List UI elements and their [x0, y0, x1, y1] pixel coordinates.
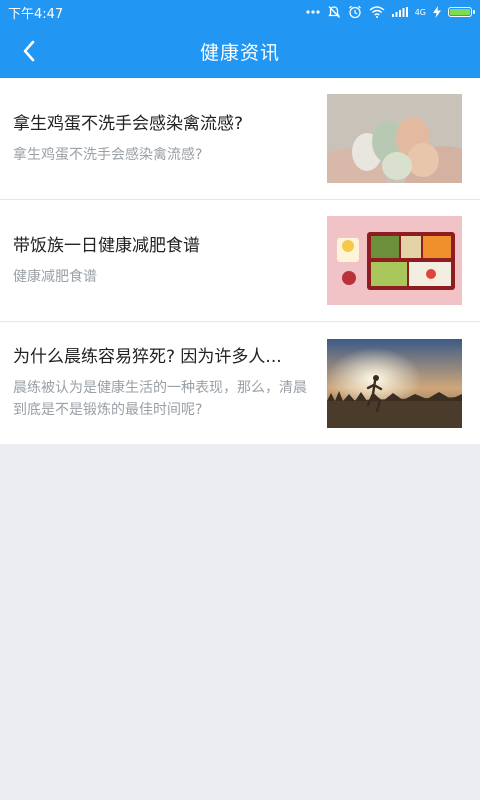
article-description: 拿生鸡蛋不洗手会感染禽流感?: [13, 146, 203, 163]
wifi-icon: [369, 6, 385, 18]
signal-icon: [391, 7, 408, 17]
status-icons: 4G: [306, 5, 475, 19]
article-item-diet[interactable]: 带饭族一日健康减肥食谱 健康减肥食谱: [0, 200, 480, 322]
charging-icon: [433, 6, 441, 18]
app-bar: 健康资讯: [0, 24, 480, 78]
network-type: 4G: [414, 7, 426, 17]
article-item-eggs[interactable]: 拿生鸡蛋不洗手会感染禽流感? 拿生鸡蛋不洗手会感染禽流感?: [0, 78, 480, 200]
alarm-icon: [348, 5, 361, 19]
article-text: 带饭族一日健康减肥食谱 健康减肥食谱: [13, 234, 327, 288]
back-button[interactable]: [8, 24, 50, 78]
chevron-left-icon: [23, 40, 35, 62]
more-dots-icon: [306, 10, 320, 14]
status-time: 下午4:47: [8, 6, 64, 22]
article-title: 拿生鸡蛋不洗手会感染禽流感?: [13, 113, 244, 134]
eggs-in-hands-image: [327, 94, 462, 183]
article-text: 拿生鸡蛋不洗手会感染禽流感? 拿生鸡蛋不洗手会感染禽流感?: [13, 112, 327, 166]
battery-level: [450, 9, 470, 15]
article-list: 拿生鸡蛋不洗手会感染禽流感? 拿生鸡蛋不洗手会感染禽流感? 带饭族一日健康减肥食…: [0, 78, 480, 444]
morning-runner-image: [327, 338, 462, 428]
article-item-running[interactable]: 为什么晨练容易猝死? 因为许多人... 晨练被认为是健康生活的一种表现，那么，清…: [0, 322, 480, 444]
article-description: 晨练被认为是健康生活的一种表现，那么，清晨到底是不是锻炼的最佳时间呢?: [13, 380, 307, 418]
muted-bell-icon: [327, 6, 340, 18]
article-title: 带饭族一日健康减肥食谱: [13, 235, 200, 256]
article-description: 健康减肥食谱: [13, 268, 97, 285]
battery-icon: [448, 7, 475, 17]
article-title: 为什么晨练容易猝死? 因为许多人...: [13, 347, 282, 367]
page-title: 健康资讯: [199, 41, 280, 64]
bento-lunchbox-image: [327, 216, 462, 305]
article-text: 为什么晨练容易猝死? 因为许多人... 晨练被认为是健康生活的一种表现，那么，清…: [13, 345, 327, 421]
status-bar: 下午4:47 4G: [0, 0, 480, 24]
